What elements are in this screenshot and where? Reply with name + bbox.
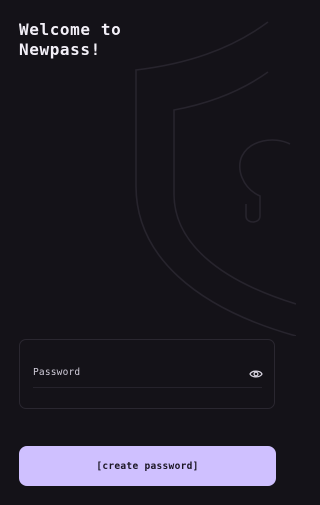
password-placeholder: Password: [33, 367, 81, 378]
eye-icon[interactable]: [249, 368, 263, 380]
password-underline: [33, 387, 262, 388]
welcome-screen: Welcome to Newpass! Password [create pas…: [0, 0, 296, 505]
welcome-title: Welcome to Newpass!: [19, 20, 121, 60]
shield-keyhole-icon: [135, 21, 296, 336]
password-field[interactable]: Password: [19, 339, 275, 409]
welcome-line-1: Welcome to: [19, 20, 122, 39]
welcome-line-2: Newpass!: [19, 40, 101, 59]
create-password-button[interactable]: [create password]: [19, 446, 276, 486]
